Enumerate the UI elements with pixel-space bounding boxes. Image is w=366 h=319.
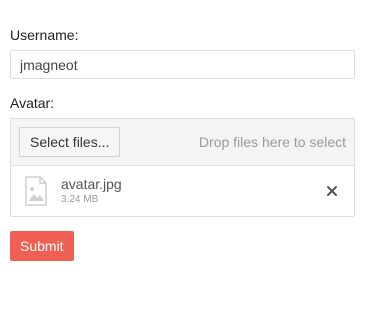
upload-toolbar: Select files... Drop files here to selec… xyxy=(11,119,354,166)
file-name: avatar.jpg xyxy=(61,176,122,192)
select-files-button[interactable]: Select files... xyxy=(19,127,121,157)
file-size: 3.24 MB xyxy=(61,194,99,205)
username-input[interactable] xyxy=(10,50,355,79)
file-meta: avatar.jpg 3.24 MB xyxy=(61,176,122,206)
image-file-icon xyxy=(24,176,48,206)
submit-button[interactable]: Submit xyxy=(10,231,74,261)
profile-form: Username: Avatar: Select files... Drop f… xyxy=(10,26,355,261)
drop-zone-hint[interactable]: Drop files here to select xyxy=(199,134,346,150)
avatar-label: Avatar: xyxy=(10,95,55,111)
avatar-upload: Select files... Drop files here to selec… xyxy=(10,118,355,217)
username-label: Username: xyxy=(10,27,79,43)
file-list-item: avatar.jpg 3.24 MB xyxy=(11,166,354,216)
close-icon[interactable] xyxy=(324,183,340,199)
